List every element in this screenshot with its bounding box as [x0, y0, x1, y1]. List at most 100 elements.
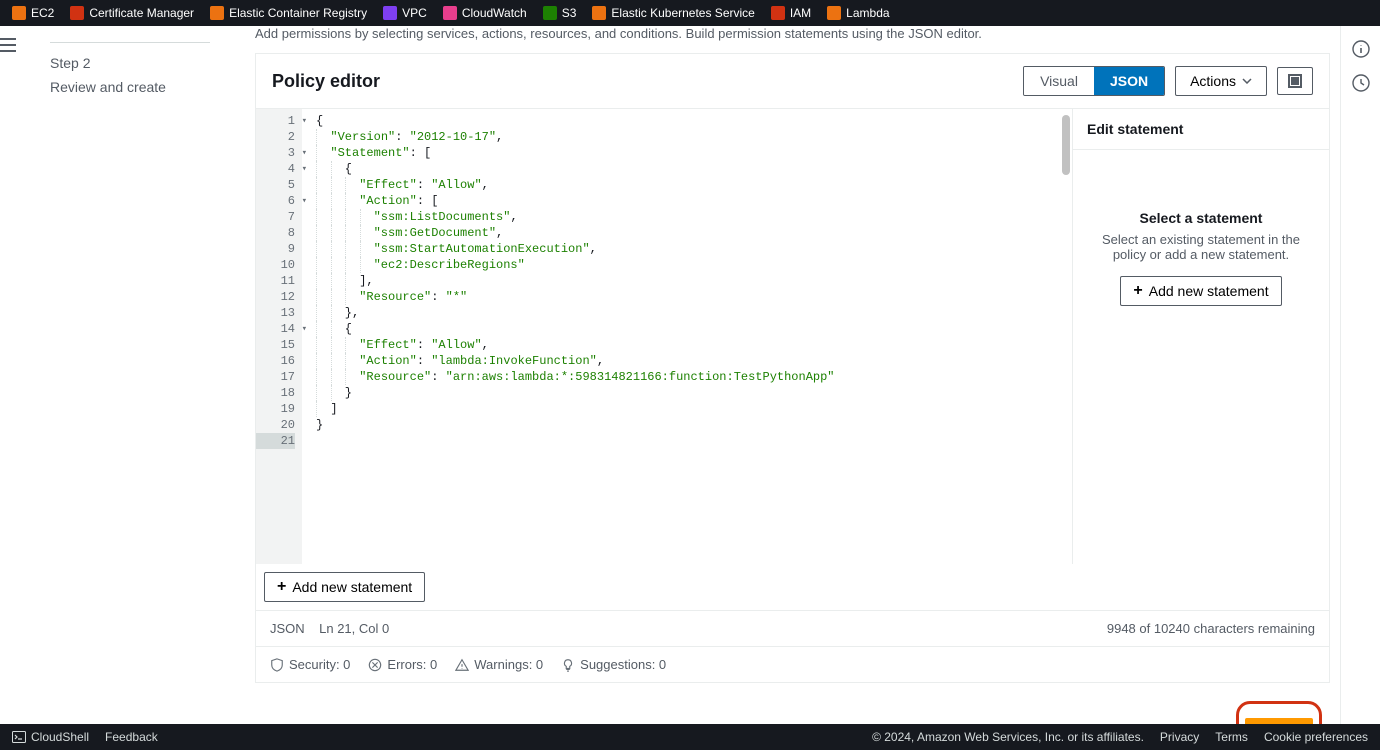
gutter-line: 17 [256, 369, 295, 385]
select-statement-label: Select a statement [1087, 210, 1315, 226]
shield-icon [270, 658, 284, 672]
review-and-create-link[interactable]: Review and create [50, 75, 234, 99]
service-icon [771, 6, 785, 20]
json-code-editor[interactable]: 1▾23▾4▾56▾7891011121314▾15161718192021 {… [256, 109, 1072, 564]
code-line: "Action": "lambda:InvokeFunction", [316, 353, 1072, 369]
warning-icon [455, 658, 469, 672]
bookmark-elastic-container-registry[interactable]: Elastic Container Registry [202, 0, 375, 26]
code-line: "ssm:StartAutomationExecution", [316, 241, 1072, 257]
code-line: "Effect": "Allow", [316, 177, 1072, 193]
bookmark-certificate-manager[interactable]: Certificate Manager [62, 0, 202, 26]
gutter-line: 21 [256, 433, 295, 449]
code-line: "ssm:GetDocument", [316, 225, 1072, 241]
gutter-line: 18 [256, 385, 295, 401]
code-line: { [316, 113, 1072, 129]
clock-icon[interactable] [1352, 74, 1370, 92]
lightbulb-icon [561, 658, 575, 672]
cloudshell-link[interactable]: CloudShell [12, 730, 89, 744]
plus-icon: + [277, 579, 286, 595]
code-line: } [316, 417, 1072, 433]
editor-mode-label: JSON [270, 621, 305, 636]
chars-remaining: 9948 of 10240 characters remaining [1107, 621, 1315, 636]
json-mode-button[interactable]: JSON [1094, 67, 1164, 95]
code-line: } [316, 385, 1072, 401]
editor-mode-toggle: Visual JSON [1023, 66, 1165, 96]
gutter-line: 2 [256, 129, 295, 145]
bookmark-s3[interactable]: S3 [535, 0, 585, 26]
warnings-count[interactable]: Warnings: 0 [455, 657, 543, 672]
policy-editor-panel: Policy editor Visual JSON Actions [255, 53, 1330, 683]
suggestions-count[interactable]: Suggestions: 0 [561, 657, 666, 672]
error-icon [368, 658, 382, 672]
step-2-label[interactable]: Step 2 [50, 51, 234, 75]
bookmark-lambda[interactable]: Lambda [819, 0, 897, 26]
add-new-statement-button-side[interactable]: + Add new statement [1120, 276, 1281, 306]
gutter-line: 11 [256, 273, 295, 289]
bookmark-ec2[interactable]: EC2 [4, 0, 62, 26]
privacy-link[interactable]: Privacy [1160, 730, 1199, 744]
status-bar: JSON Ln 21, Col 0 9948 of 10240 characte… [256, 610, 1329, 646]
plus-icon: + [1133, 283, 1142, 299]
bookmark-iam[interactable]: IAM [763, 0, 819, 26]
hamburger-menu-icon[interactable] [0, 38, 29, 52]
code-line: "Action": [ [316, 193, 1072, 209]
add-new-statement-button[interactable]: + Add new statement [264, 572, 425, 602]
copyright-text: © 2024, Amazon Web Services, Inc. or its… [872, 730, 1144, 744]
gutter-line: 20 [256, 417, 295, 433]
bookmarks-bar: EC2Certificate ManagerElastic Container … [0, 0, 1380, 26]
gutter-line: 10 [256, 257, 295, 273]
gutter-line: 12 [256, 289, 295, 305]
bookmark-elastic-kubernetes-service[interactable]: Elastic Kubernetes Service [584, 0, 762, 26]
next-button-highlight: Next [1236, 701, 1322, 724]
cloudshell-icon [12, 731, 26, 743]
wizard-sidebar: Step 2 Review and create [30, 26, 255, 724]
service-icon [592, 6, 606, 20]
gutter-line: 8 [256, 225, 295, 241]
service-icon [543, 6, 557, 20]
code-line: "Version": "2012-10-17", [316, 129, 1072, 145]
edit-statement-pane: Edit statement Select a statement Select… [1072, 109, 1329, 564]
code-line: { [316, 321, 1072, 337]
maximize-icon [1288, 74, 1302, 88]
code-line [316, 433, 1072, 449]
actions-dropdown[interactable]: Actions [1175, 66, 1267, 96]
bookmark-cloudwatch[interactable]: CloudWatch [435, 0, 535, 26]
gutter-line: 15 [256, 337, 295, 353]
service-icon [383, 6, 397, 20]
gutter-line: 3▾ [256, 145, 295, 161]
chevron-down-icon [1242, 78, 1252, 84]
code-line: ], [316, 273, 1072, 289]
scrollbar-thumb[interactable] [1062, 115, 1070, 175]
code-line: ] [316, 401, 1072, 417]
gutter-line: 1▾ [256, 113, 295, 129]
helper-text: Add permissions by selecting services, a… [255, 26, 1330, 53]
terms-link[interactable]: Terms [1215, 730, 1248, 744]
gutter-line: 7 [256, 209, 295, 225]
code-line: "Effect": "Allow", [316, 337, 1072, 353]
code-line: "ec2:DescribeRegions" [316, 257, 1072, 273]
code-line: "Statement": [ [316, 145, 1072, 161]
edit-pane-title: Edit statement [1073, 109, 1329, 150]
info-icon[interactable] [1352, 40, 1370, 58]
visual-mode-button[interactable]: Visual [1024, 67, 1094, 95]
service-icon [210, 6, 224, 20]
gutter-line: 13 [256, 305, 295, 321]
console-footer: CloudShell Feedback © 2024, Amazon Web S… [0, 724, 1380, 750]
maximize-button[interactable] [1277, 67, 1313, 95]
right-icon-rail [1340, 26, 1380, 724]
bookmark-vpc[interactable]: VPC [375, 0, 435, 26]
errors-count[interactable]: Errors: 0 [368, 657, 437, 672]
feedback-link[interactable]: Feedback [105, 730, 158, 744]
code-line: "Resource": "*" [316, 289, 1072, 305]
cursor-position: Ln 21, Col 0 [319, 621, 389, 636]
cookie-preferences-link[interactable]: Cookie preferences [1264, 730, 1368, 744]
code-line: { [316, 161, 1072, 177]
security-count[interactable]: Security: 0 [270, 657, 350, 672]
service-icon [12, 6, 26, 20]
select-statement-desc: Select an existing statement in the poli… [1087, 232, 1315, 262]
gutter-line: 16 [256, 353, 295, 369]
gutter-line: 5 [256, 177, 295, 193]
service-icon [443, 6, 457, 20]
gutter-line: 9 [256, 241, 295, 257]
gutter-line: 14▾ [256, 321, 295, 337]
